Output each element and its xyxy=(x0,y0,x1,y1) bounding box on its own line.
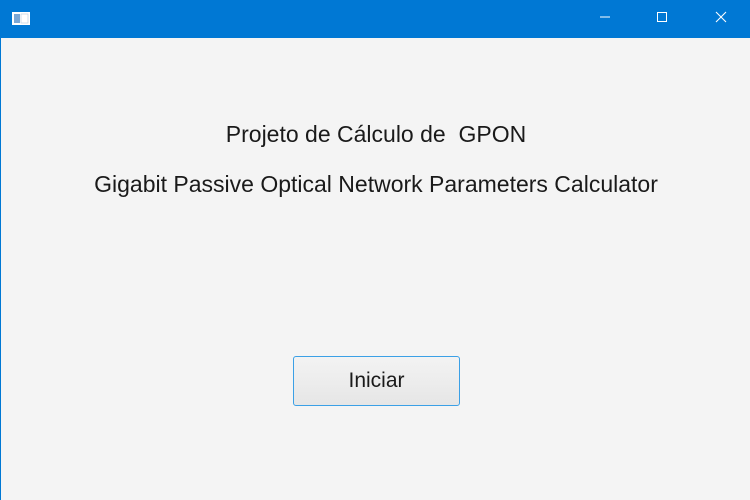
close-button[interactable] xyxy=(698,0,744,38)
main-content: Projeto de Cálculo de GPON Gigabit Passi… xyxy=(1,38,750,500)
app-window: Projeto de Cálculo de GPON Gigabit Passi… xyxy=(0,0,750,500)
maximize-button[interactable] xyxy=(639,0,685,38)
minimize-icon xyxy=(599,10,611,28)
app-icon xyxy=(12,12,30,25)
start-button-label: Iniciar xyxy=(348,369,405,392)
close-icon xyxy=(715,10,727,28)
minimize-button[interactable] xyxy=(582,0,628,38)
maximize-icon xyxy=(656,10,668,28)
title-bar[interactable] xyxy=(1,0,750,38)
page-subtitle: Gigabit Passive Optical Network Paramete… xyxy=(94,171,658,197)
page-title: Projeto de Cálculo de GPON xyxy=(225,121,527,147)
start-button[interactable]: Iniciar xyxy=(293,356,460,406)
